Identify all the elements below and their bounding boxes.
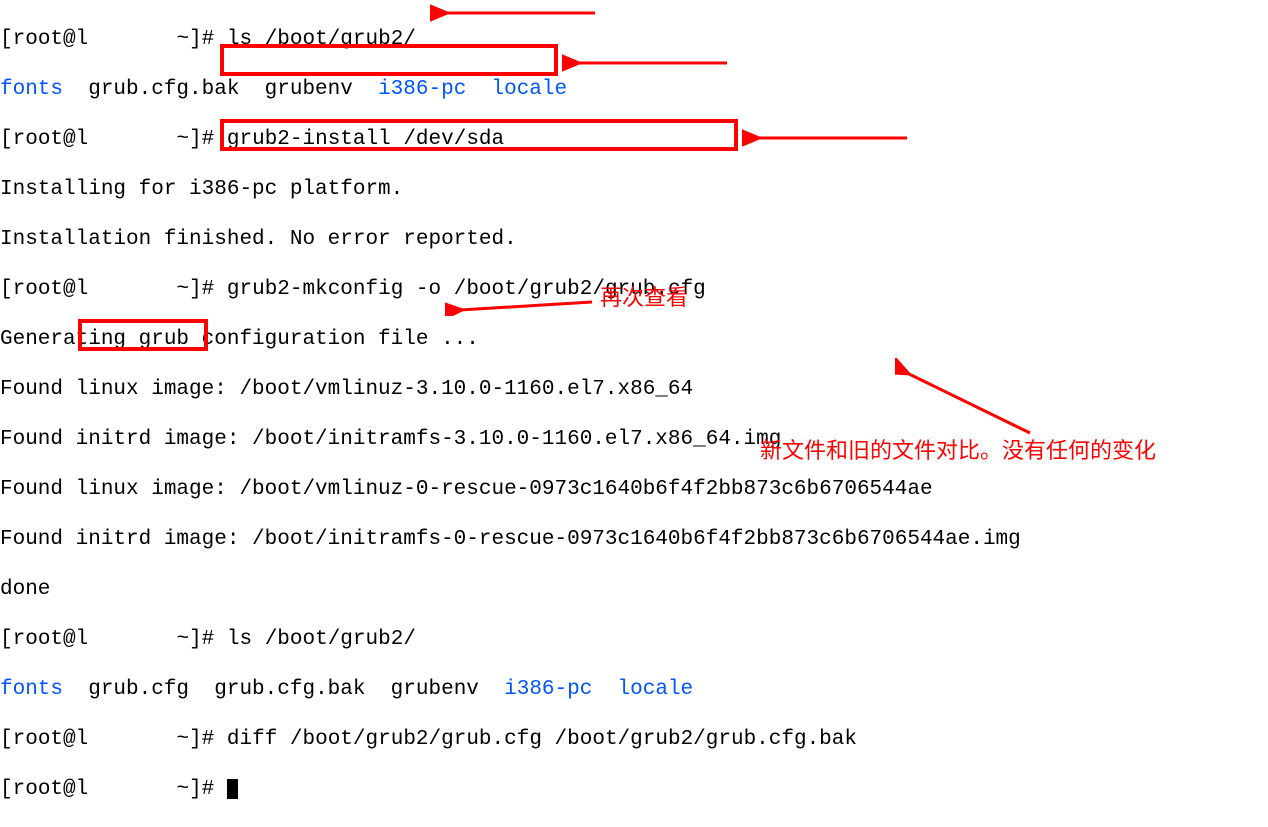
terminal-line: Generating grub configuration file ... [0,327,1268,352]
terminal-line: Installing for i386-pc platform. [0,177,1268,202]
terminal-line: Found initrd image: /boot/initramfs-0-re… [0,527,1268,552]
terminal-line: Found linux image: /boot/vmlinuz-0-rescu… [0,477,1268,502]
annotation-diff-result: 新文件和旧的文件对比。没有任何的变化 [760,438,1156,463]
command-text: ls /boot/grub2/ [227,28,416,51]
masked-hostname [88,777,164,802]
masked-hostname [88,277,164,302]
dir-locale: locale [618,678,694,701]
command-text: diff /boot/grub2/grub.cfg /boot/grub2/gr… [227,728,857,751]
terminal-line: [root@l ~]# [0,777,1268,802]
terminal-line: fonts grub.cfg grub.cfg.bak grubenv i386… [0,677,1268,702]
terminal-line: [root@l ~]# diff /boot/grub2/grub.cfg /b… [0,727,1268,752]
terminal-cursor[interactable] [227,779,238,799]
masked-hostname [88,727,164,752]
terminal-line: [root@l ~]# ls /boot/grub2/ [0,27,1268,52]
dir-fonts: fonts [0,678,63,701]
terminal-line: [root@l ~]# grub2-install /dev/sda [0,127,1268,152]
terminal-output: [root@l ~]# ls /boot/grub2/ fonts grub.c… [0,0,1268,827]
terminal-line: done [0,577,1268,602]
terminal-line: Found linux image: /boot/vmlinuz-3.10.0-… [0,377,1268,402]
terminal-line: fonts grub.cfg.bak grubenv i386-pc local… [0,77,1268,102]
dir-i386: i386-pc [504,678,592,701]
dir-locale: locale [466,78,567,101]
annotation-re-check: 再次查看 [600,285,688,310]
dir-i386: i386-pc [378,78,466,101]
masked-hostname [88,127,164,152]
masked-hostname [88,27,164,52]
terminal-line: Installation finished. No error reported… [0,227,1268,252]
command-text: grub2-install /dev/sda [227,128,504,151]
dir-fonts: fonts [0,78,63,101]
